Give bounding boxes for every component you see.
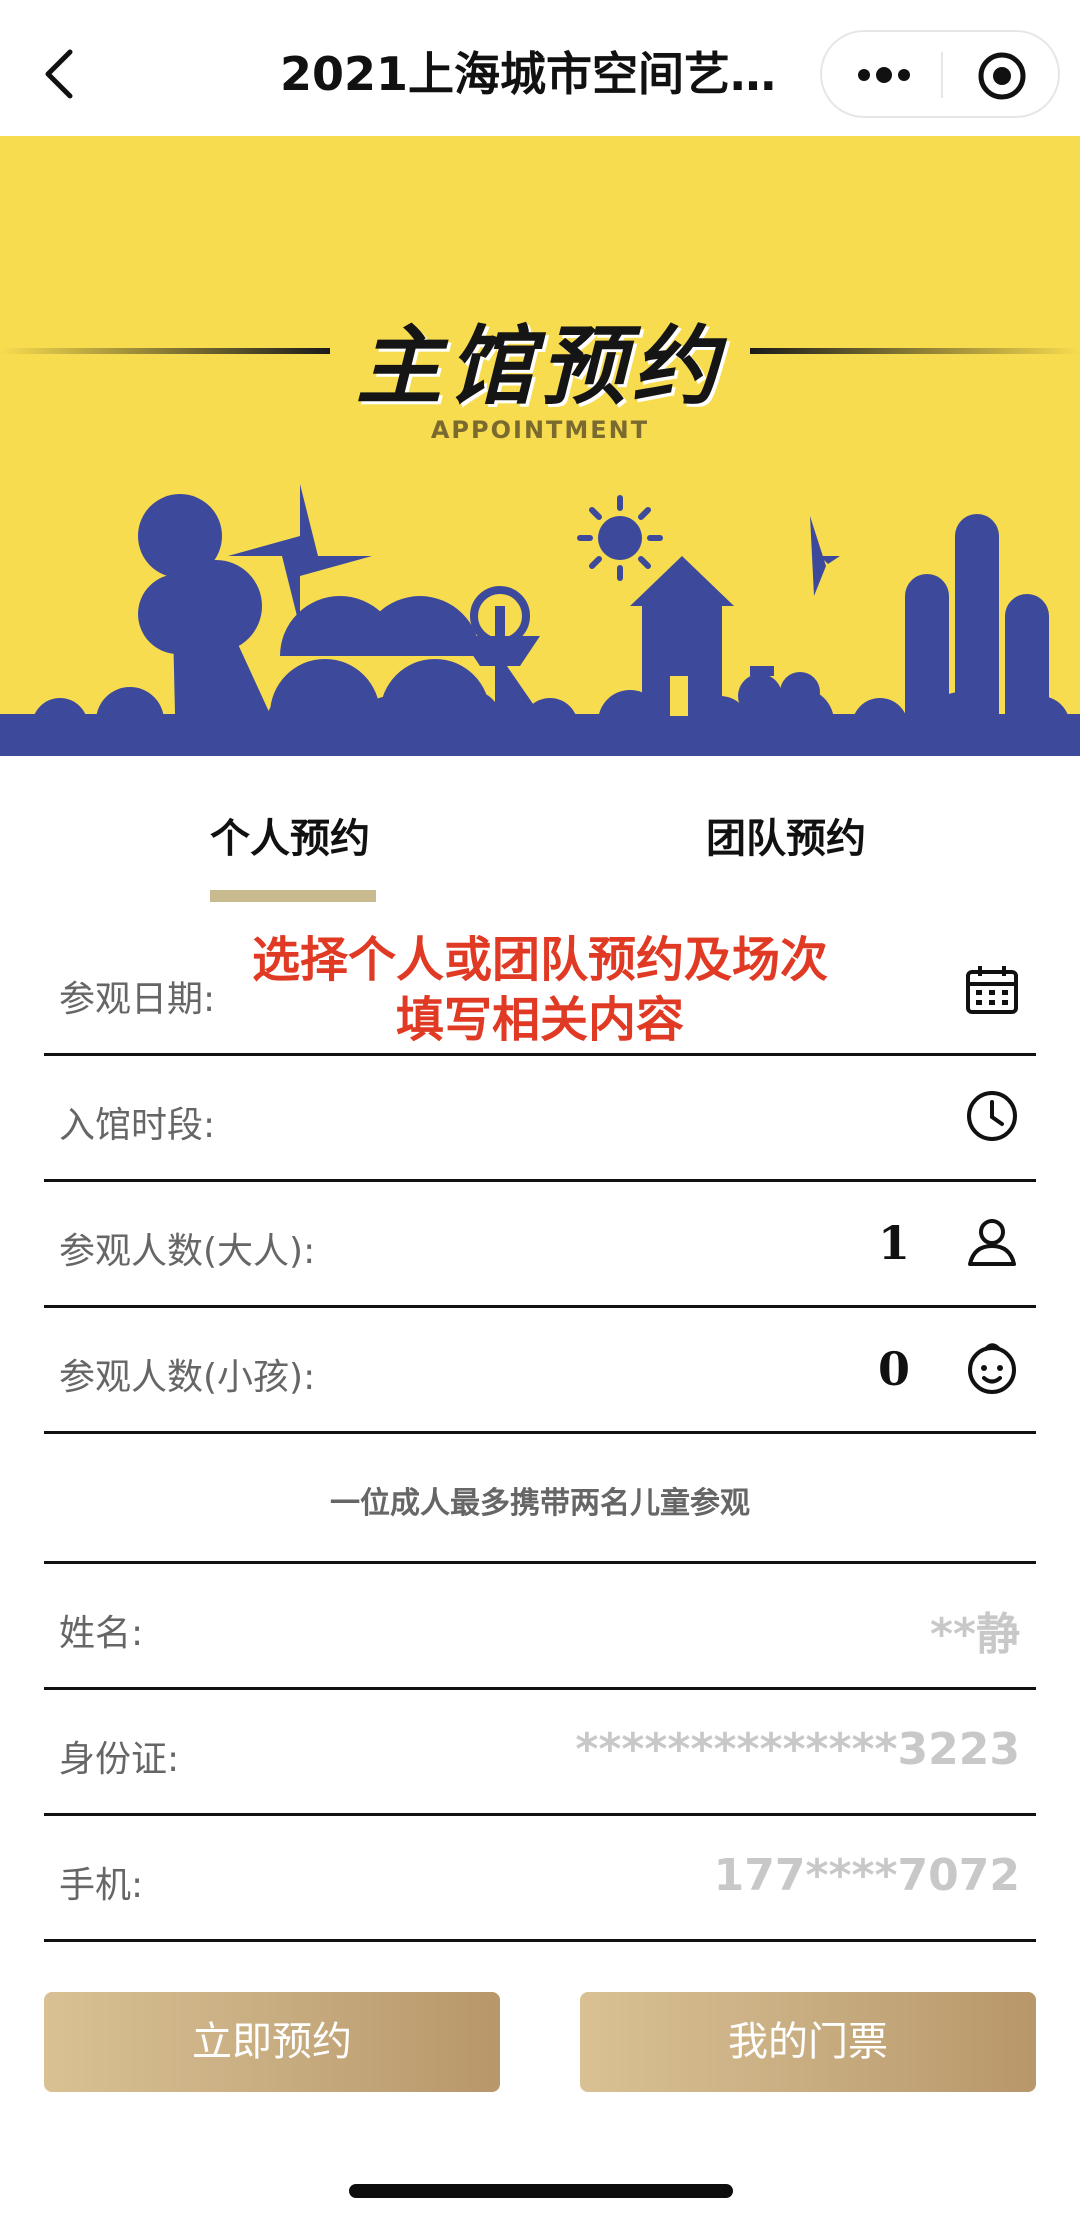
children-count[interactable]: 0 [878, 1342, 910, 1396]
top-nav-bar: 2021上海城市空间艺… [0, 0, 1080, 136]
capsule-divider [941, 52, 943, 98]
adults-label: 参观人数(大人): [59, 1231, 316, 1272]
children-row[interactable]: 参观人数(小孩): 0 [44, 1308, 1036, 1434]
clock-icon[interactable] [964, 1088, 1020, 1144]
close-target-icon[interactable] [977, 51, 1027, 101]
active-tab-indicator [210, 890, 376, 902]
page-title: 2021上海城市空间艺… [280, 47, 777, 101]
phone-label: 手机: [59, 1865, 144, 1906]
name-label: 姓名: [59, 1613, 144, 1654]
more-icon[interactable] [856, 60, 912, 90]
tab-personal[interactable]: 个人预约 [210, 806, 370, 864]
children-limit-notice: 一位成人最多携带两名儿童参观 [330, 1486, 750, 1521]
mini-program-capsule [820, 30, 1060, 118]
calendar-icon[interactable] [964, 962, 1020, 1018]
notice-row: 一位成人最多携带两名儿童参观 [44, 1436, 1036, 1564]
adults-count[interactable]: 1 [878, 1216, 910, 1270]
phone-row[interactable]: 手机: 177****7072 [44, 1816, 1036, 1942]
phone-field[interactable]: 177****7072 [714, 1850, 1020, 1901]
back-arrow-icon[interactable] [40, 46, 80, 102]
name-row[interactable]: 姓名: **静 [44, 1564, 1036, 1690]
children-label: 参观人数(小孩): [59, 1357, 316, 1398]
my-tickets-button[interactable]: 我的门票 [580, 1992, 1036, 2092]
adults-row[interactable]: 参观人数(大人): 1 [44, 1182, 1036, 1308]
instruction-line-2: 填写相关内容 [395, 992, 684, 1048]
id-card-field[interactable]: **************3223 [575, 1724, 1020, 1775]
id-card-row[interactable]: 身份证: **************3223 [44, 1690, 1036, 1816]
baby-icon [968, 1343, 1016, 1394]
banner-subtitle: APPOINTMENT [430, 416, 650, 444]
home-indicator [349, 2184, 733, 2198]
id-card-label: 身份证: [59, 1739, 180, 1780]
city-illustration [0, 348, 1080, 756]
tab-group[interactable]: 团队预约 [706, 806, 866, 864]
instruction-overlay: 选择个人或团队预约及场次 填写相关内容 [180, 930, 900, 1050]
name-field[interactable]: **静 [930, 1598, 1020, 1662]
hero-banner: 主馆预约 APPOINTMENT [0, 136, 1080, 756]
book-now-button[interactable]: 立即预约 [44, 1992, 500, 2092]
banner-title: 主馆预约 [356, 317, 724, 417]
person-icon [968, 1219, 1016, 1266]
booking-tabs: 个人预约 团队预约 [0, 756, 1080, 906]
entry-period-label: 入馆时段: [59, 1105, 216, 1146]
instruction-line-1: 选择个人或团队预约及场次 [251, 932, 828, 988]
entry-period-row[interactable]: 入馆时段: [44, 1056, 1036, 1182]
